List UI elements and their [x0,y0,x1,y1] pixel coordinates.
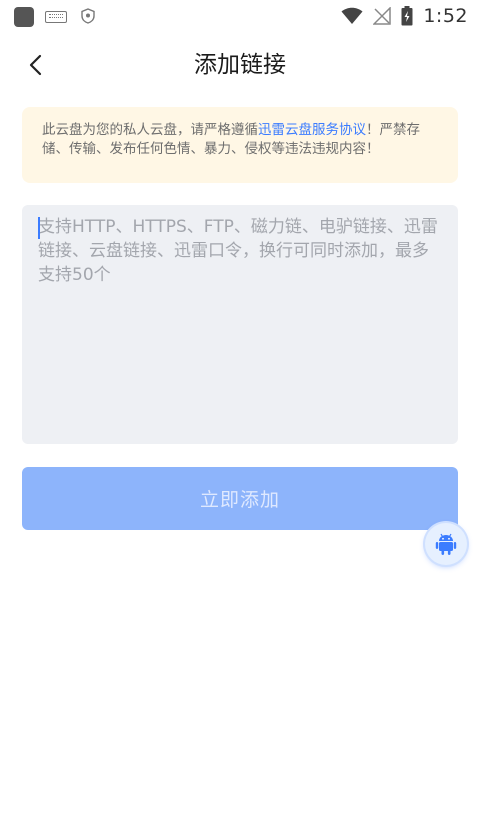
no-signal-icon [373,7,392,25]
notice-banner: 此云盘为您的私人云盘，请严格遵循迅雷云盘服务协议！严禁存储、传输、发布任何色情、… [22,107,458,183]
notice-text-before: 此云盘为您的私人云盘，请严格遵循 [42,122,258,138]
app-icon [14,7,34,27]
shield-icon [81,8,95,24]
wifi-icon [341,7,363,24]
floating-assist-button[interactable] [425,523,467,565]
page-title: 添加链接 [194,52,286,78]
status-time: 1:52 [423,5,468,27]
link-input[interactable] [22,205,458,444]
status-right-group: 1:52 [341,4,468,28]
keyboard-icon [45,11,67,23]
battery-icon [401,6,413,26]
header: 添加链接 [0,32,480,98]
android-robot-icon [435,533,457,555]
text-cursor [38,217,40,239]
add-now-button[interactable]: 立即添加 [22,467,458,530]
status-bar: 1:52 [0,0,480,32]
service-agreement-link[interactable]: 迅雷云盘服务协议 [258,122,366,138]
